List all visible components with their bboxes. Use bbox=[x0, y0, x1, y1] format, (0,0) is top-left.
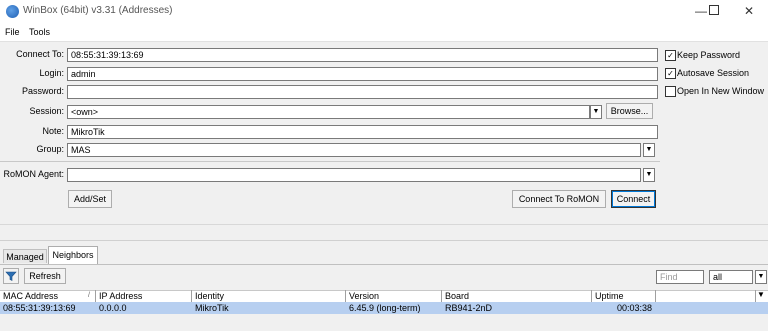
winbox-app-icon bbox=[6, 5, 19, 18]
password-field[interactable] bbox=[67, 85, 658, 99]
note-label: Note: bbox=[42, 126, 64, 136]
row-uptime-cell: 00:03:38 bbox=[616, 303, 652, 313]
session-field[interactable]: <own> bbox=[67, 105, 590, 119]
open-in-new-window-checkbox[interactable] bbox=[665, 86, 676, 97]
romon-agent-field[interactable] bbox=[67, 168, 641, 182]
group-label: Group: bbox=[36, 144, 64, 154]
autosave-session-checkbox[interactable]: ✓ bbox=[665, 68, 676, 79]
note-field[interactable]: MikroTik bbox=[67, 125, 658, 139]
open-in-new-window-label: Open In New Window bbox=[677, 86, 765, 96]
row-mac-cell: 08:55:31:39:13:69 bbox=[3, 303, 76, 313]
row-identity-cell: MikroTik bbox=[195, 303, 229, 313]
column-empty bbox=[656, 290, 756, 302]
maximize-icon[interactable] bbox=[699, 3, 729, 20]
row-version-cell: 6.45.9 (long-term) bbox=[349, 303, 421, 313]
scope-select[interactable]: all bbox=[709, 270, 753, 284]
session-label: Session: bbox=[29, 106, 64, 116]
row-board-cell: RB941-2nD bbox=[445, 303, 493, 313]
tab-neighbors[interactable]: Neighbors bbox=[48, 246, 98, 264]
column-ip-address[interactable]: IP Address bbox=[96, 290, 192, 302]
column-menu-icon[interactable]: ▼ bbox=[757, 290, 765, 299]
window-title: WinBox (64bit) v3.31 (Addresses) bbox=[23, 5, 173, 16]
column-identity[interactable]: Identity bbox=[192, 290, 346, 302]
group-field[interactable]: MAS bbox=[67, 143, 641, 157]
menu-tools[interactable]: Tools bbox=[29, 27, 50, 37]
column-uptime[interactable]: Uptime bbox=[592, 290, 656, 302]
session-dropdown-icon[interactable]: ▼ bbox=[590, 105, 602, 119]
romon-agent-label: RoMON Agent: bbox=[3, 169, 64, 179]
connect-to-romon-button[interactable]: Connect To RoMON bbox=[512, 190, 606, 208]
neighbors-panel bbox=[0, 240, 768, 331]
connect-to-field[interactable]: 08:55:31:39:13:69 bbox=[67, 48, 658, 62]
tab-managed[interactable]: Managed bbox=[3, 249, 47, 263]
connect-button[interactable]: Connect bbox=[611, 190, 656, 208]
refresh-button[interactable]: Refresh bbox=[24, 268, 66, 284]
autosave-session-label: Autosave Session bbox=[677, 68, 750, 78]
login-label: Login: bbox=[39, 68, 64, 78]
keep-password-checkbox[interactable]: ✓ bbox=[665, 50, 676, 61]
section-divider bbox=[0, 224, 768, 225]
find-input[interactable]: Find bbox=[656, 270, 704, 284]
sort-indicator-icon: / bbox=[88, 292, 90, 299]
password-label: Password: bbox=[21, 86, 64, 96]
column-version[interactable]: Version bbox=[346, 290, 442, 302]
row-ip-cell: 0.0.0.0 bbox=[99, 303, 127, 313]
add-set-button[interactable]: Add/Set bbox=[68, 190, 112, 208]
group-dropdown-icon[interactable]: ▼ bbox=[643, 143, 655, 157]
keep-password-label: Keep Password bbox=[677, 50, 741, 60]
menu-bar bbox=[0, 23, 768, 42]
filter-icon[interactable] bbox=[3, 268, 19, 284]
tab-baseline bbox=[0, 264, 768, 265]
connect-to-label: Connect To: bbox=[16, 49, 64, 59]
scope-dropdown-icon[interactable]: ▼ bbox=[755, 270, 767, 284]
close-icon[interactable]: ✕ bbox=[734, 3, 764, 20]
menu-file[interactable]: File bbox=[5, 27, 20, 37]
form-divider bbox=[0, 161, 660, 162]
column-board[interactable]: Board bbox=[442, 290, 592, 302]
browse-button[interactable]: Browse... bbox=[606, 103, 653, 119]
login-field[interactable]: admin bbox=[67, 67, 658, 81]
romon-agent-dropdown-icon[interactable]: ▼ bbox=[643, 168, 655, 182]
column-mac-address[interactable]: MAC Address bbox=[0, 290, 96, 302]
